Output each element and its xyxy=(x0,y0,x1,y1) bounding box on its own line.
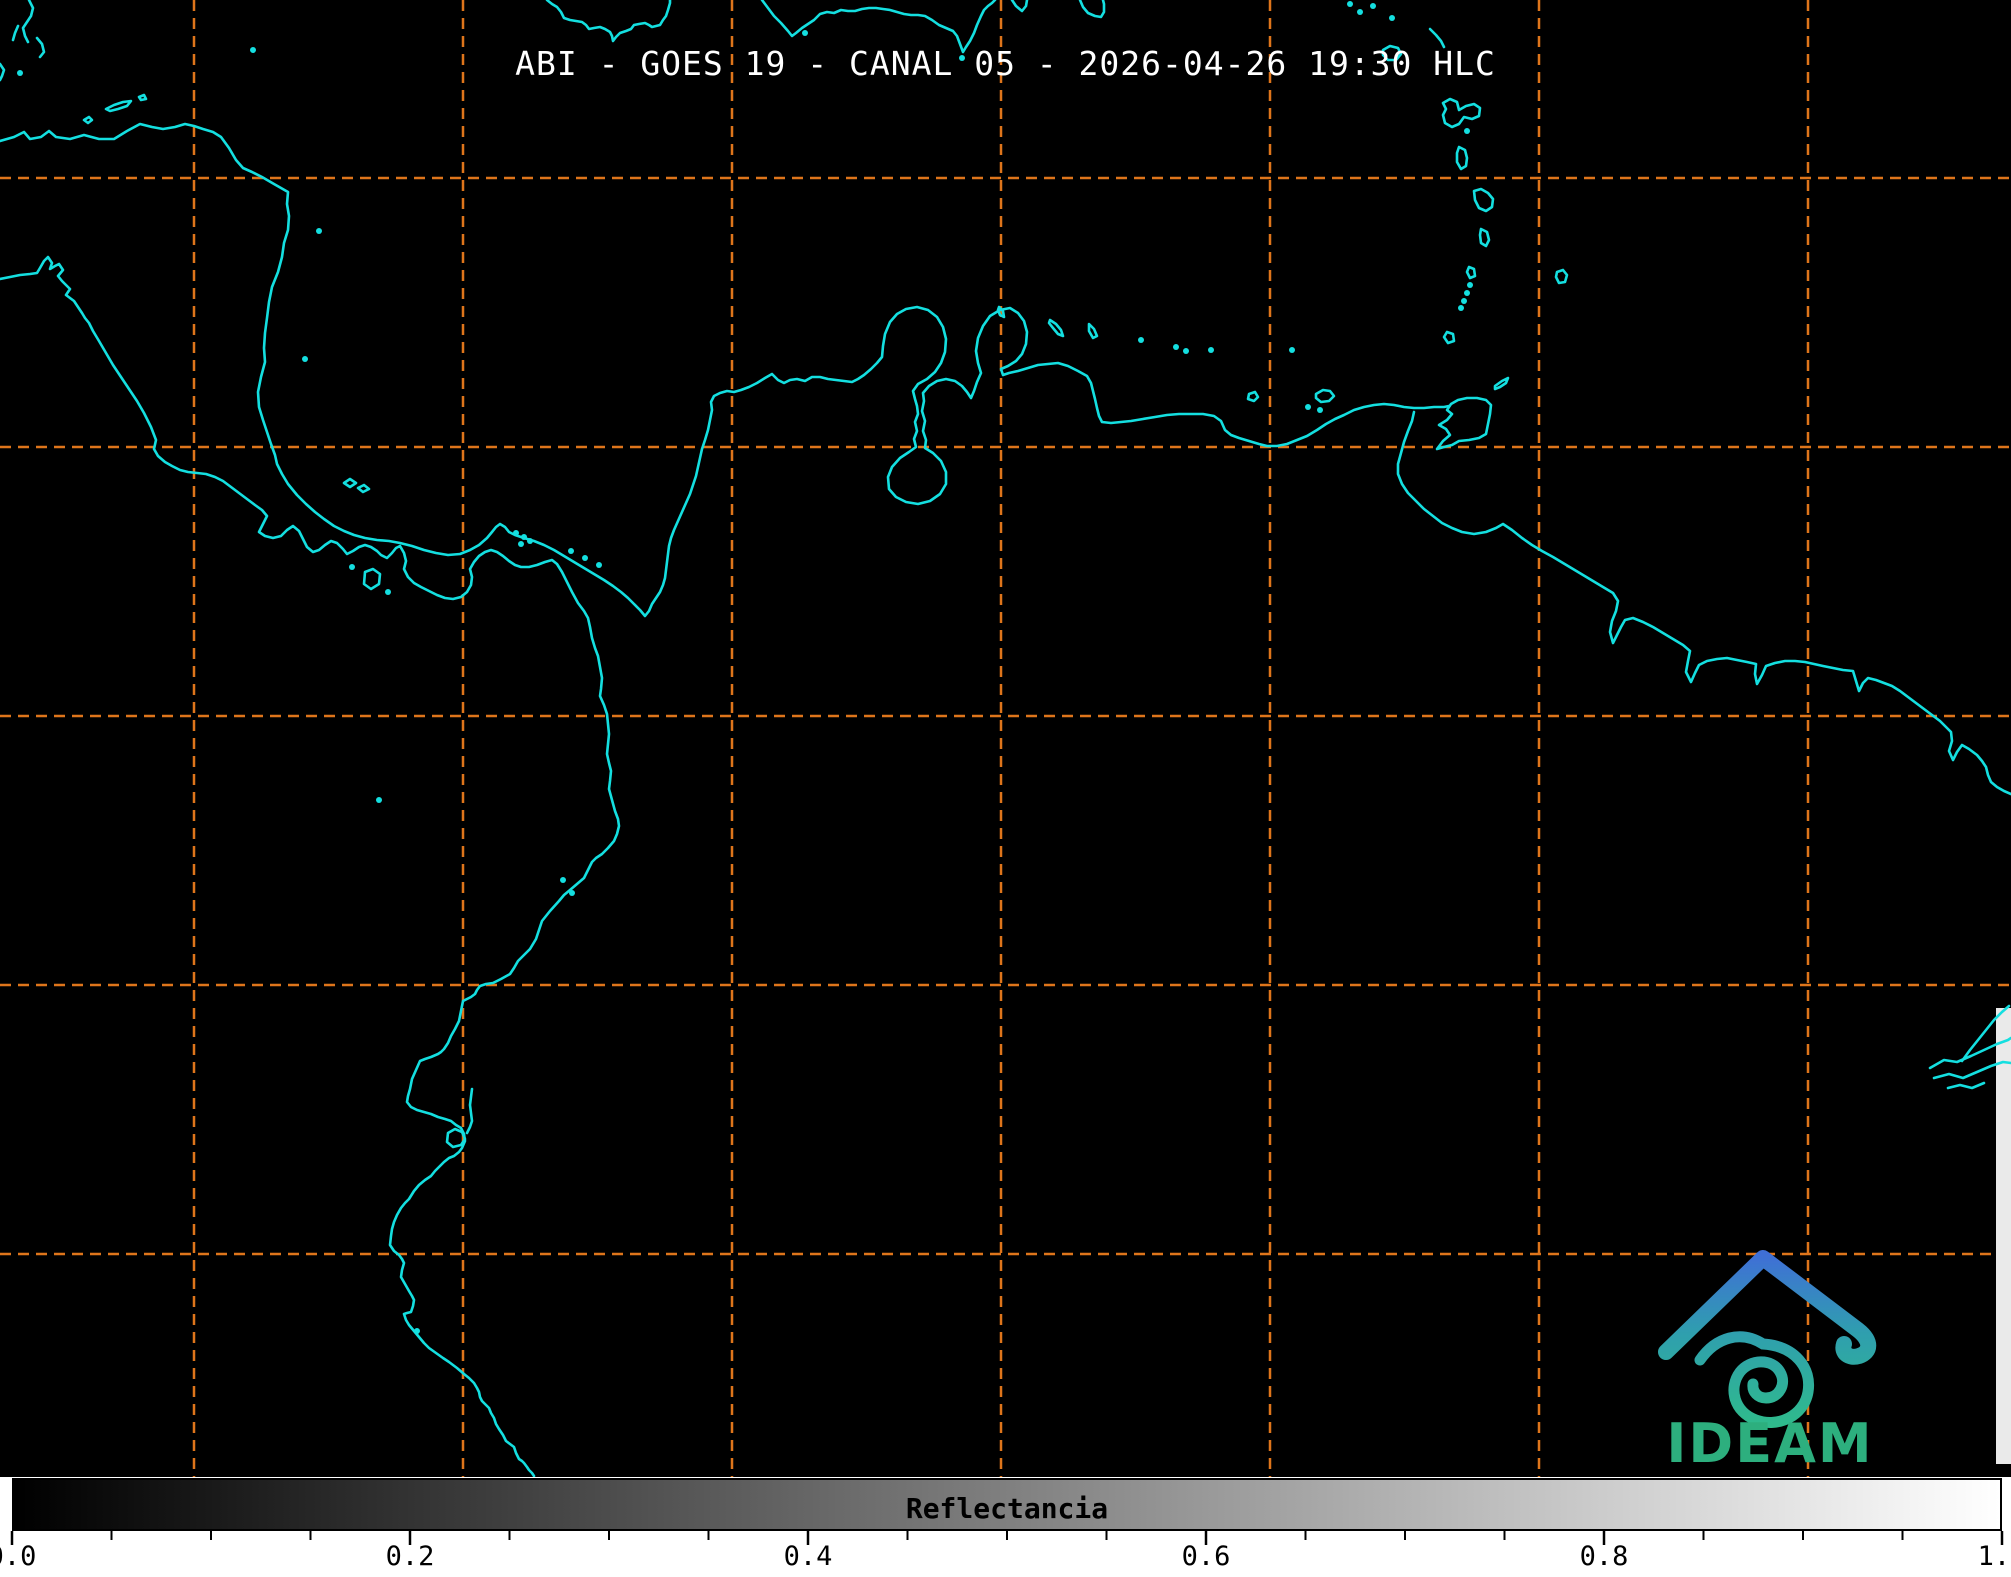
island-curacao xyxy=(1049,320,1063,336)
island-bocas-del-toro-1 xyxy=(344,479,356,487)
small-island-dot xyxy=(513,530,519,536)
small-island-dot xyxy=(582,555,588,561)
island-utila xyxy=(84,117,92,123)
small-island-dot xyxy=(569,890,575,896)
island-st-lucia xyxy=(1480,229,1489,246)
small-island-dot xyxy=(1173,344,1179,350)
small-islands-layer xyxy=(17,1,1473,1334)
small-island-dot xyxy=(1208,347,1214,353)
island-st-vincent xyxy=(1467,267,1475,278)
ideam-logo: IDEAM xyxy=(1666,1258,1874,1475)
coast-pacific-fonseca-to-peru xyxy=(0,257,619,1476)
small-island-dot xyxy=(1317,407,1323,413)
river-amazon-4 xyxy=(1948,1083,1984,1088)
island-jamaica-south-coast xyxy=(547,0,670,41)
small-island-dot xyxy=(1458,305,1464,311)
small-island-dot xyxy=(568,548,574,554)
small-island-dot xyxy=(560,877,566,883)
small-island-dot xyxy=(1183,348,1189,354)
island-guadeloupe xyxy=(1443,99,1480,127)
small-island-dot xyxy=(1289,347,1295,353)
logo-spiral-icon xyxy=(1700,1337,1809,1423)
small-island-dot xyxy=(316,228,322,234)
colorbar-tick-label: 0.8 xyxy=(1580,1541,1629,1572)
image-title: ABI - GOES 19 - CANAL 05 - 2026-04-26 19… xyxy=(0,44,2011,83)
colorbar-tick-label: 0.6 xyxy=(1182,1541,1231,1572)
island-roatan xyxy=(106,101,131,111)
small-island-dot xyxy=(518,541,524,547)
island-bocas-del-toro-2 xyxy=(358,485,369,492)
island-barbados xyxy=(1556,270,1567,283)
small-island-dot xyxy=(1464,290,1470,296)
small-island-dot xyxy=(376,797,382,803)
colorbar-ticks xyxy=(0,1531,2011,1549)
small-island-dot xyxy=(802,30,808,36)
colorbar-tick-label: 0.0 xyxy=(0,1541,36,1572)
island-coiba xyxy=(364,569,380,589)
satellite-image-viewer: IDEAM ABI - GOES 19 - CANAL 05 - 2026-04… xyxy=(0,0,2011,1577)
small-island-dot xyxy=(1464,128,1470,134)
coastline-layer xyxy=(0,0,2011,1476)
satellite-map: IDEAM xyxy=(0,0,2011,1477)
coast-orinoco-delta-guianas xyxy=(1398,412,2011,794)
small-island-dot xyxy=(1467,282,1473,288)
small-island-dot xyxy=(1370,3,1376,9)
coast-honduras-fragment-1 xyxy=(23,0,33,42)
edge-data-strip-rect xyxy=(1996,1008,2011,1464)
small-island-dot xyxy=(1389,15,1395,21)
island-hispaniola-east-fragment xyxy=(1012,0,1027,11)
colorbar-tick-label: 1.0 xyxy=(1978,1541,2011,1572)
edge-data-strip xyxy=(1996,1008,2011,1464)
colorbar-footer: Reflectancia 0.0 0.2 0.4 0.6 0.8 1.0 xyxy=(0,1477,2011,1577)
small-island-dot xyxy=(1347,1,1353,7)
colorbar-label: Reflectancia xyxy=(14,1492,2000,1525)
colorbar-tick-label: 0.4 xyxy=(784,1541,833,1572)
colorbar-tick-label: 0.2 xyxy=(386,1541,435,1572)
small-island-dot xyxy=(521,534,527,540)
small-island-dot xyxy=(302,356,308,362)
small-island-dot xyxy=(1138,337,1144,343)
small-island-dot xyxy=(1461,298,1467,304)
island-dominica xyxy=(1457,147,1467,169)
logo-text: IDEAM xyxy=(1666,1412,1873,1475)
small-island-dot xyxy=(596,562,602,568)
coast-honduras-fragment-2 xyxy=(13,26,18,40)
island-bonaire xyxy=(1089,324,1097,338)
colorbar-gradient: Reflectancia xyxy=(12,1478,2002,1531)
small-island-dot xyxy=(414,1328,420,1334)
island-grenada xyxy=(1444,332,1454,343)
island-margarita xyxy=(1316,390,1334,402)
small-island-dot xyxy=(349,564,355,570)
river-guayas xyxy=(467,1089,472,1133)
latlon-grid xyxy=(0,0,2011,1477)
island-puerto-rico-fragment xyxy=(1080,0,1104,17)
coast-honduras-nicaragua-caribbean-to-venezuela xyxy=(0,124,1449,616)
small-island-dot xyxy=(1305,404,1311,410)
island-guanaja xyxy=(139,95,146,100)
island-martinique xyxy=(1474,189,1493,211)
small-island-dot xyxy=(527,538,533,544)
island-tobago xyxy=(1495,378,1508,389)
island-la-tortuga xyxy=(1248,392,1258,401)
small-island-dot xyxy=(1357,9,1363,15)
small-island-dot xyxy=(385,589,391,595)
